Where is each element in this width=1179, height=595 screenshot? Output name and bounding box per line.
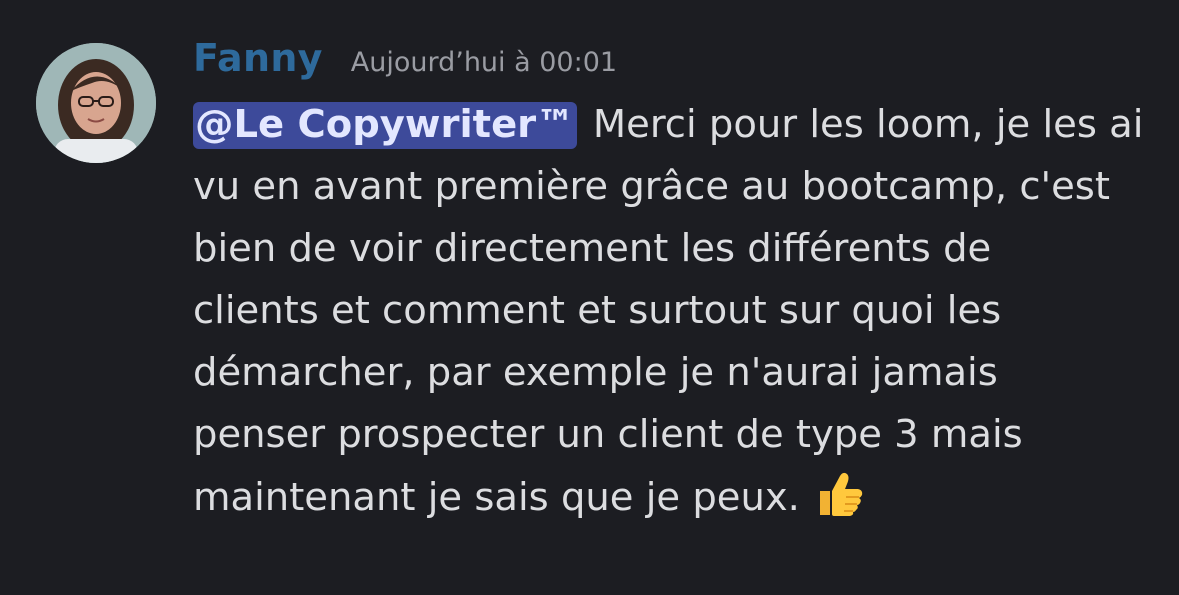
- message-body: @Le Copywriter™ Merci pour les loom, je …: [193, 94, 1153, 529]
- avatar[interactable]: [36, 43, 156, 163]
- author-name[interactable]: Fanny: [193, 36, 323, 80]
- message-content: Fanny Aujourd’hui à 00:01 @Le Copywriter…: [193, 36, 1153, 529]
- message-text-line: bien de voir directement les différents …: [193, 226, 992, 271]
- thumbs-up-icon: [810, 466, 868, 524]
- user-mention[interactable]: @Le Copywriter™: [193, 102, 577, 149]
- message-line-1: @Le Copywriter™ Merci pour les loom, je …: [193, 94, 1153, 156]
- message-text-line: clients et comment et surtout sur quoi l…: [193, 288, 1002, 333]
- message-text-line: vu en avant première grâce au bootcamp, …: [193, 164, 1110, 209]
- chat-message: Fanny Aujourd’hui à 00:01 @Le Copywriter…: [0, 0, 1179, 595]
- message-text-line: démarcher, par exemple je n'aurai jamais: [193, 350, 998, 395]
- message-last-line: maintenant je sais que je peux.: [193, 466, 1153, 529]
- avatar-image: [36, 43, 156, 163]
- message-text-line: penser prospecter un client de type 3 ma…: [193, 412, 1023, 457]
- message-header: Fanny Aujourd’hui à 00:01: [193, 36, 1153, 98]
- message-text-line: Merci pour les loom, je les ai: [580, 102, 1144, 147]
- message-text-line: maintenant je sais que je peux.: [193, 475, 800, 520]
- message-timestamp[interactable]: Aujourd’hui à 00:01: [351, 47, 617, 78]
